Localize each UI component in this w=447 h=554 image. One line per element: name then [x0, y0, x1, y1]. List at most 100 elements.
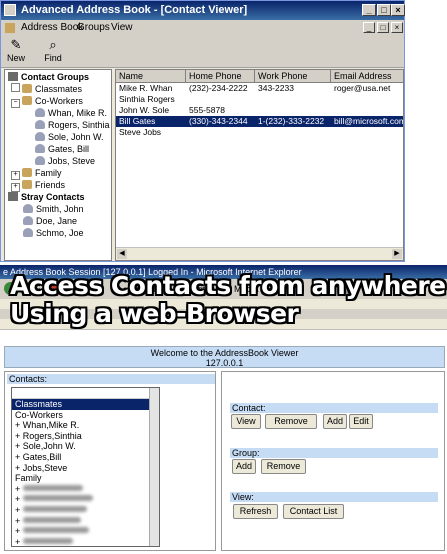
tree-label: Schmo, Joe: [36, 228, 84, 238]
tree-member[interactable]: Whan, Mike R.: [35, 107, 107, 119]
tree-group-classmates[interactable]: Classmates: [11, 83, 82, 95]
listbox-blank-row[interactable]: [12, 388, 159, 399]
remove-contact-button[interactable]: Remove: [265, 414, 317, 429]
child-restore-icon[interactable]: □: [377, 22, 389, 33]
list-item-redacted[interactable]: +: [12, 516, 159, 527]
new-button[interactable]: ✎ New: [4, 37, 28, 67]
expand-icon[interactable]: [11, 83, 20, 92]
table-cell: [255, 127, 331, 138]
tree-label: Family: [35, 168, 62, 178]
tree-member[interactable]: Smith, John: [23, 203, 84, 215]
stop-icon[interactable]: [46, 282, 59, 295]
menu-bar: Address Book Groups View _ □ ×: [1, 20, 404, 37]
list-item[interactable]: + Jobs,Steve: [12, 463, 159, 474]
view-section-label: View:: [230, 492, 438, 502]
user-icon: [23, 228, 33, 237]
minimize-icon[interactable]: _: [362, 4, 376, 16]
refresh-icon[interactable]: [66, 282, 79, 295]
view-contact-button[interactable]: View: [231, 414, 261, 429]
menu-view[interactable]: View: [111, 22, 133, 33]
tree-stray-contacts[interactable]: Stray Contacts: [8, 191, 85, 203]
messenger-icon[interactable]: [364, 282, 377, 295]
toolbar: ✎ New ⌕ Find: [1, 37, 404, 68]
list-item[interactable]: + Gates,Bill: [12, 452, 159, 463]
search-button[interactable]: Search: [130, 282, 159, 296]
mail-icon[interactable]: [314, 282, 327, 295]
group-section-label: Group:: [230, 448, 438, 458]
remove-group-button[interactable]: Remove: [261, 459, 306, 474]
browser-titlebar[interactable]: e Address Book Session [127.0.0.1] Logge…: [0, 265, 447, 279]
table-row[interactable]: Bill Gates (330)-343-2344 1-(232)-333-2232…: [116, 116, 403, 127]
find-button[interactable]: ⌕ Find: [41, 37, 65, 67]
table-cell: (232)-234-2222: [189, 83, 248, 93]
listbox-scrollbar[interactable]: [149, 388, 159, 546]
contact-grid[interactable]: Name Home Phone Work Phone Email Address…: [115, 69, 404, 261]
list-item-redacted[interactable]: +: [12, 537, 159, 546]
group-icon: [22, 168, 32, 177]
tree-group-friends[interactable]: + Friends: [11, 179, 65, 192]
window-title: Advanced Address Book - [Contact Viewer]: [21, 4, 248, 16]
menu-address-book[interactable]: Address Book: [21, 22, 83, 33]
forward-icon[interactable]: [22, 282, 35, 295]
collapse-icon[interactable]: −: [11, 99, 20, 108]
media-button[interactable]: Media: [234, 282, 259, 296]
find-icon: ⌕: [49, 37, 57, 52]
list-item[interactable]: Co-Workers: [12, 410, 159, 421]
column-header-name[interactable]: Name: [116, 70, 186, 82]
list-item[interactable]: Family: [12, 473, 159, 484]
add-group-button[interactable]: Add: [232, 459, 256, 474]
table-row[interactable]: Mike R. Whan (232)-234-2222 343-2233 roger@…: [116, 83, 403, 94]
contact-list-button[interactable]: Contact List: [283, 504, 344, 519]
book-icon: [8, 192, 18, 201]
user-icon: [35, 144, 45, 153]
list-item[interactable]: + Whan,Mike R.: [12, 420, 159, 431]
list-item-redacted[interactable]: +: [12, 494, 159, 505]
tree-group-family[interactable]: + Family: [11, 167, 62, 180]
group-icon: [22, 96, 32, 105]
tree-member[interactable]: Gates, Bill: [35, 143, 89, 155]
print-icon[interactable]: [338, 282, 351, 295]
menu-groups[interactable]: Groups: [77, 22, 110, 33]
user-icon: [23, 216, 33, 225]
list-item-redacted[interactable]: +: [12, 526, 159, 537]
table-cell: roger@usa.net: [334, 83, 391, 93]
column-header-home-phone[interactable]: Home Phone: [186, 70, 255, 82]
tree-member[interactable]: Doe, Jane: [23, 215, 77, 227]
tree-contact-groups[interactable]: Contact Groups: [8, 71, 89, 83]
close-icon[interactable]: ×: [391, 4, 405, 16]
child-minimize-icon[interactable]: _: [363, 22, 375, 33]
group-icon: [22, 180, 32, 189]
list-item[interactable]: + Rogers,Sinthia: [12, 431, 159, 442]
table-row[interactable]: John W. Sole 555-5878: [116, 105, 403, 116]
tree-member[interactable]: Jobs, Steve: [35, 155, 95, 167]
column-header-email[interactable]: Email Address: [331, 70, 403, 82]
scroll-right-icon[interactable]: ▶: [392, 249, 402, 259]
table-cell: [331, 94, 403, 105]
edit-contact-button[interactable]: Edit: [349, 414, 373, 429]
add-contact-button[interactable]: Add: [323, 414, 347, 429]
tree-member[interactable]: Sole, John W.: [35, 131, 104, 143]
list-item[interactable]: Classmates: [12, 399, 159, 410]
table-row[interactable]: Sinthia Rogers: [116, 94, 403, 105]
list-item-redacted[interactable]: +: [12, 484, 159, 495]
list-item[interactable]: + Sole,John W.: [12, 441, 159, 452]
history-icon[interactable]: [290, 282, 303, 295]
scroll-left-icon[interactable]: ◀: [117, 249, 127, 259]
tree-member[interactable]: Schmo, Joe: [23, 227, 84, 239]
horizontal-scrollbar[interactable]: ◀ ▶: [116, 247, 403, 260]
contact-tree[interactable]: Contact Groups Classmates − Co-Workers Wh…: [4, 69, 112, 261]
child-close-icon[interactable]: ×: [391, 22, 403, 33]
refresh-button[interactable]: Refresh: [233, 504, 278, 519]
maximize-icon[interactable]: □: [377, 4, 391, 16]
list-item-redacted[interactable]: +: [12, 505, 159, 516]
window-titlebar[interactable]: Advanced Address Book - [Contact Viewer]…: [1, 1, 405, 20]
table-row[interactable]: Steve Jobs: [116, 127, 403, 138]
back-icon[interactable]: [4, 282, 17, 295]
favorites-button[interactable]: Favorites: [178, 282, 215, 296]
contacts-listbox[interactable]: Classmates Co-Workers + Whan,Mike R. + Roge…: [11, 387, 160, 547]
column-header-work-phone[interactable]: Work Phone: [255, 70, 331, 82]
app-icon: [4, 4, 16, 16]
tree-group-co-workers[interactable]: − Co-Workers: [11, 95, 83, 108]
tree-member[interactable]: Rogers, Sinthia: [35, 119, 110, 131]
home-icon[interactable]: [88, 282, 101, 295]
